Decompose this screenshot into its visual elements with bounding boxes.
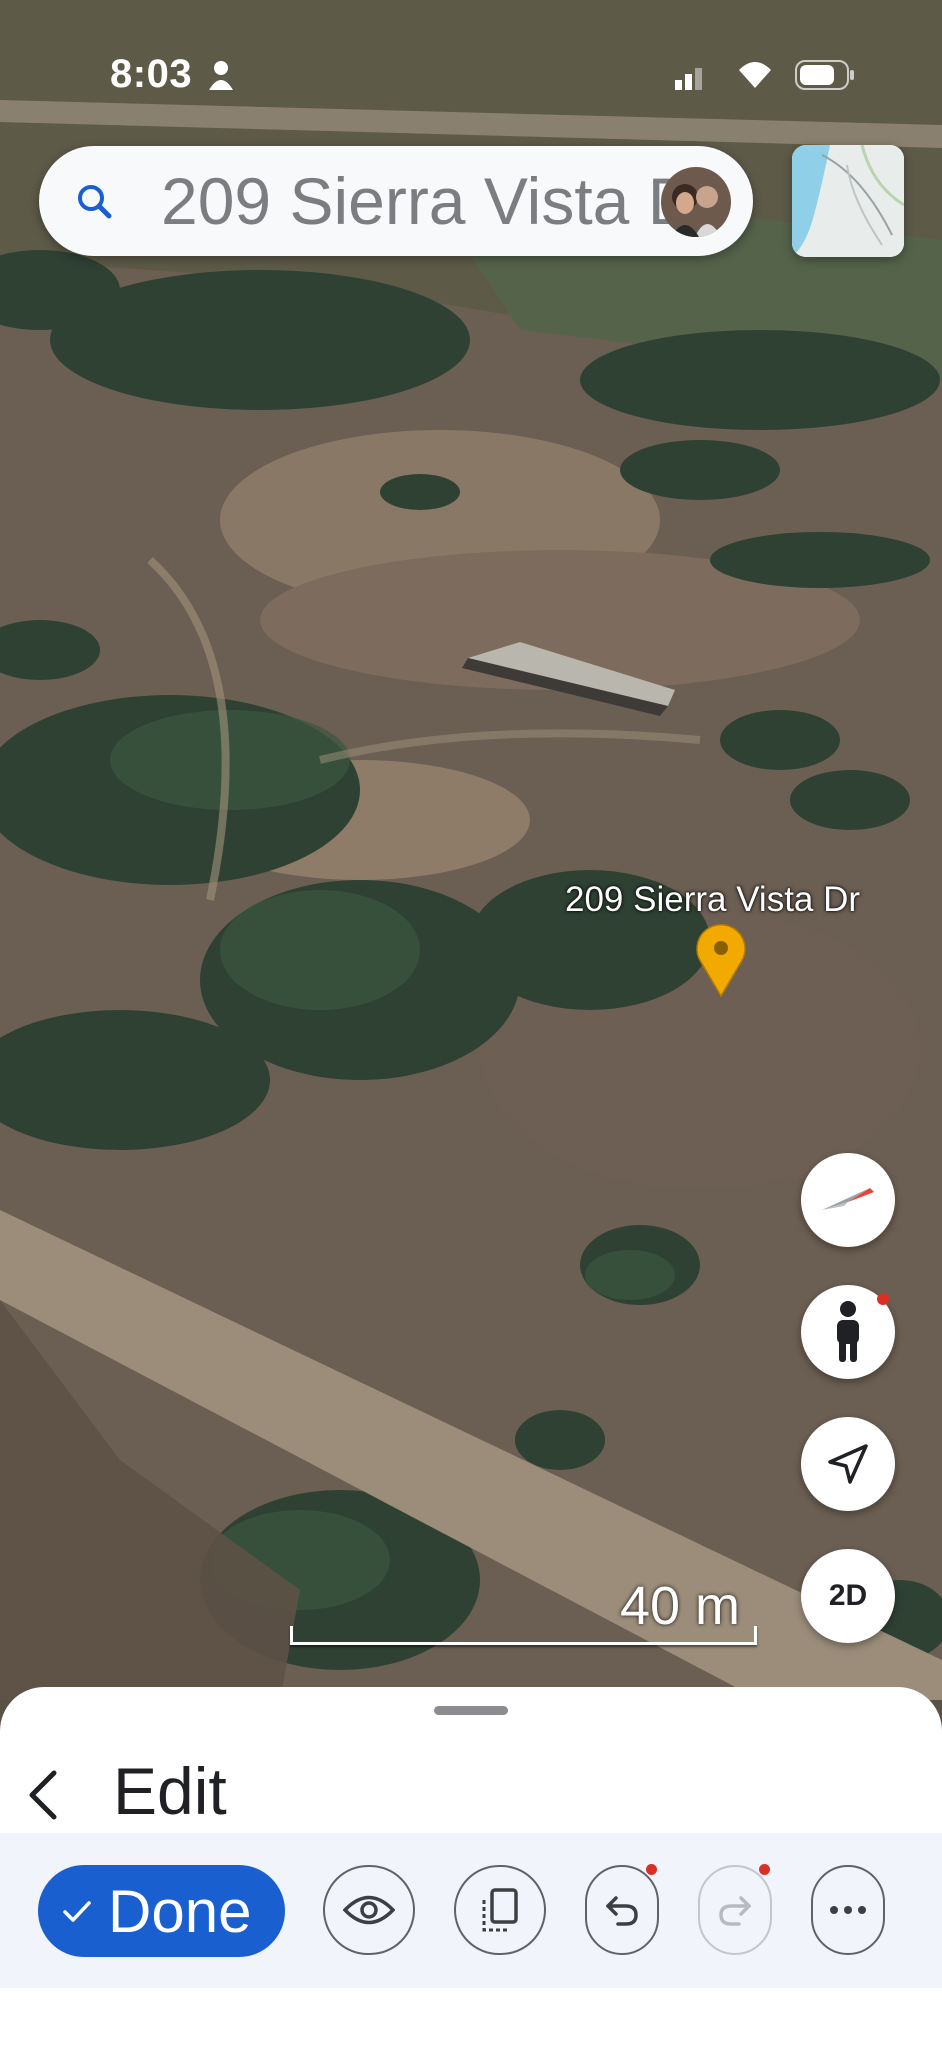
person-icon [209,61,233,90]
undo-button[interactable] [585,1864,659,1955]
check-icon [63,1901,91,1922]
avatar[interactable] [661,167,731,237]
duplicate-button[interactable] [454,1865,546,1955]
view-2d-label: 2D [828,1579,868,1612]
status-time: 8:03 [110,52,193,96]
back-chevron-icon[interactable] [22,1765,62,1825]
search-input[interactable]: 209 Sierra Vista Dr [161,166,671,236]
battery-icon [795,60,854,90]
edit-sheet: Edit Done [0,1687,942,2048]
done-button[interactable]: Done [38,1865,285,1957]
compass-icon [822,1188,874,1210]
street-view-button[interactable] [801,1285,895,1379]
pegman-icon [837,1301,859,1362]
street-view-badge [877,1293,889,1305]
edit-toolbar: Done [0,1833,942,1988]
redo-badge [759,1864,770,1875]
search-bar[interactable]: 209 Sierra Vista Dr [39,146,753,256]
search-icon[interactable] [73,180,117,224]
undo-badge [646,1864,657,1875]
undo-icon [606,1896,638,1926]
done-label: Done [108,1877,252,1945]
my-location-button[interactable] [801,1417,895,1511]
map-layers-button[interactable] [792,145,904,257]
eye-icon [343,1895,395,1925]
sheet-drag-handle[interactable] [434,1706,508,1715]
copy-icon [482,1888,518,1932]
view-2d-button[interactable]: 2D [801,1549,895,1643]
scale-line [290,1626,757,1645]
more-options-button[interactable] [811,1865,885,1955]
map-scale: 40 m [290,1575,757,1645]
place-label[interactable]: 209 Sierra Vista Dr [565,880,860,920]
redo-icon [719,1896,751,1926]
wifi-icon [739,62,771,88]
more-icon [830,1906,866,1914]
signal-icon [675,68,702,90]
navigation-arrow-icon [828,1444,868,1484]
redo-button[interactable] [698,1864,772,1955]
status-bar: 8:03 [0,0,942,120]
sheet-title: Edit [113,1754,227,1828]
preview-button[interactable] [323,1865,415,1955]
location-pin-icon[interactable] [693,922,749,998]
compass-button[interactable] [801,1153,895,1247]
